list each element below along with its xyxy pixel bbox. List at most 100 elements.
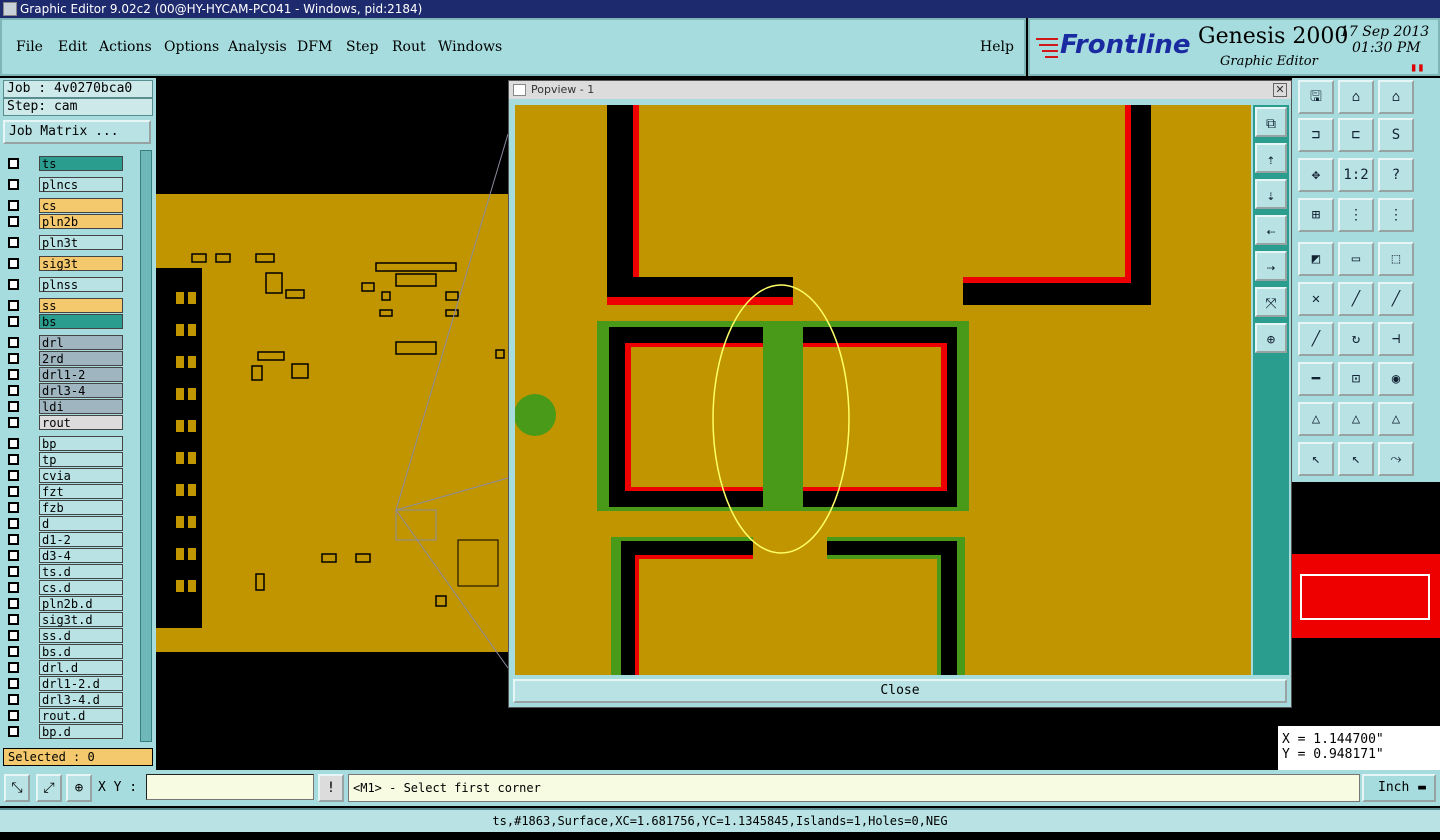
layer-row[interactable]: bp.d <box>3 724 125 739</box>
step-icon[interactable]: ⊐ <box>1298 118 1334 152</box>
layer-checkbox[interactable] <box>8 417 19 428</box>
popview-tool-icon[interactable]: ⊕ <box>1255 323 1287 353</box>
layer-checkbox[interactable] <box>8 566 19 577</box>
home-icon[interactable]: ⌂ <box>1378 80 1414 114</box>
layer-row[interactable]: bs.d <box>3 644 125 659</box>
snap-icon[interactable]: S <box>1378 118 1414 152</box>
layers-icon[interactable]: ⋮ <box>1338 198 1374 232</box>
menu-actions[interactable]: Actions <box>99 39 152 55</box>
layer-row[interactable]: fzt <box>3 484 125 499</box>
layer-row[interactable]: plncs <box>3 177 125 192</box>
draw-line-icon[interactable]: ╱ <box>1298 322 1334 356</box>
menu-windows[interactable]: Windows <box>438 39 502 55</box>
split-icon[interactable]: ⊣ <box>1378 322 1414 356</box>
unit-selector[interactable]: Inch ▬ <box>1362 774 1436 802</box>
layer-checkbox[interactable] <box>8 279 19 290</box>
layer-checkbox[interactable] <box>8 385 19 396</box>
layer-row[interactable]: 2rd <box>3 351 125 366</box>
layer-row[interactable]: pln2b <box>3 214 125 229</box>
layer-checkbox[interactable] <box>8 470 19 481</box>
layer-checkbox[interactable] <box>8 200 19 211</box>
layer-checkbox[interactable] <box>8 158 19 169</box>
layer-checkbox[interactable] <box>8 662 19 673</box>
layer-checkbox[interactable] <box>8 454 19 465</box>
popview-tool-icon[interactable]: ⇡ <box>1255 143 1287 173</box>
delete-icon[interactable]: ✕ <box>1298 282 1334 316</box>
layer-checkbox[interactable] <box>8 614 19 625</box>
route-icon[interactable]: ⤳ <box>1378 442 1414 476</box>
menu-options[interactable]: Options <box>164 39 219 55</box>
layer-checkbox[interactable] <box>8 258 19 269</box>
layer-row[interactable]: ts.d <box>3 564 125 579</box>
layer-row[interactable]: drl <box>3 335 125 350</box>
menu-rout[interactable]: Rout <box>392 39 426 55</box>
layer-row[interactable]: sig3t <box>3 256 125 271</box>
layer-checkbox[interactable] <box>8 598 19 609</box>
layer-row[interactable]: d3-4 <box>3 548 125 563</box>
layer-row[interactable]: d <box>3 516 125 531</box>
layer-checkbox[interactable] <box>8 237 19 248</box>
layer-row[interactable]: drl1-2.d <box>3 676 125 691</box>
menu-step[interactable]: Step <box>346 39 378 55</box>
copy-icon[interactable]: ⊏ <box>1338 118 1374 152</box>
layer-checkbox[interactable] <box>8 337 19 348</box>
connect-icon[interactable]: ╱ <box>1378 282 1414 316</box>
line-icon[interactable]: ╱ <box>1338 282 1374 316</box>
select-area-icon[interactable]: ⬚ <box>1378 242 1414 276</box>
layer-row[interactable]: d1-2 <box>3 532 125 547</box>
layer-row[interactable]: drl3-4 <box>3 383 125 398</box>
layer-checkbox[interactable] <box>8 534 19 545</box>
layer-checkbox[interactable] <box>8 401 19 412</box>
layer-checkbox[interactable] <box>8 486 19 497</box>
pan-icon[interactable]: ✥ <box>1298 158 1334 192</box>
menu-analysis[interactable]: Analysis <box>228 39 287 55</box>
net-icon[interactable]: ⋮ <box>1378 198 1414 232</box>
scale-icon[interactable]: 1:2 <box>1338 158 1374 192</box>
layer-row[interactable]: cs.d <box>3 580 125 595</box>
open-icon[interactable]: ⌂ <box>1338 80 1374 114</box>
measure-icon[interactable]: ━ <box>1298 362 1334 396</box>
shapes-icon[interactable]: ◉ <box>1378 362 1414 396</box>
alert-icon[interactable]: ! <box>318 774 344 802</box>
layer-row[interactable]: sig3t.d <box>3 612 125 627</box>
layer-row[interactable]: drl1-2 <box>3 367 125 382</box>
popview-tool-icon[interactable]: ⇠ <box>1255 215 1287 245</box>
layer-row[interactable]: drl3-4.d <box>3 692 125 707</box>
layer-checkbox[interactable] <box>8 726 19 737</box>
feature-icon[interactable]: ◩ <box>1298 242 1334 276</box>
layer-row[interactable]: tp <box>3 452 125 467</box>
layer-checkbox[interactable] <box>8 179 19 190</box>
layer-row[interactable]: fzb <box>3 500 125 515</box>
layer-scrollbar[interactable] <box>140 150 152 742</box>
ruler-icon[interactable]: ▭ <box>1338 242 1374 276</box>
triangle-icon[interactable]: △ <box>1378 402 1414 436</box>
layer-row[interactable]: cs <box>3 198 125 213</box>
layer-row[interactable]: bs <box>3 314 125 329</box>
layer-checkbox[interactable] <box>8 438 19 449</box>
layer-row[interactable]: ss.d <box>3 628 125 643</box>
layer-checkbox[interactable] <box>8 630 19 641</box>
menu-edit[interactable]: Edit <box>58 39 87 55</box>
save-icon[interactable]: 🖫 <box>1298 80 1334 114</box>
menu-dfm[interactable]: DFM <box>297 39 332 55</box>
job-matrix-button[interactable]: Job Matrix ... <box>3 120 151 144</box>
layer-row[interactable]: cvia <box>3 468 125 483</box>
layer-checkbox[interactable] <box>8 646 19 657</box>
layer-row[interactable]: ldi <box>3 399 125 414</box>
snap-corner-icon[interactable]: ⤡ <box>4 774 30 802</box>
layer-checkbox[interactable] <box>8 216 19 227</box>
layer-checkbox[interactable] <box>8 678 19 689</box>
popview-canvas[interactable] <box>515 105 1251 675</box>
popview-tool-icon[interactable]: ⤧ <box>1255 287 1287 317</box>
layer-row[interactable]: rout <box>3 415 125 430</box>
menu-file[interactable]: File <box>16 39 43 55</box>
pointer-icon[interactable]: ↖ <box>1338 442 1374 476</box>
layer-checkbox[interactable] <box>8 502 19 513</box>
layer-checkbox[interactable] <box>8 550 19 561</box>
layer-row[interactable]: ts <box>3 156 125 171</box>
layer-row[interactable]: bp <box>3 436 125 451</box>
snap-grid-icon[interactable]: ⊕ <box>66 774 92 802</box>
snap-edge-icon[interactable]: ⤢ <box>36 774 62 802</box>
mini-view[interactable] <box>1292 484 1440 654</box>
layer-checkbox[interactable] <box>8 518 19 529</box>
